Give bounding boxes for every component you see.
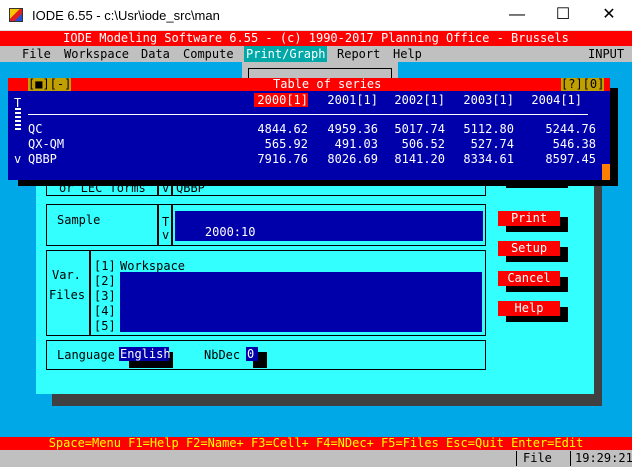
window-title: IODE 6.55 - c:\Usr\iode_src\man [32, 8, 220, 23]
sample-flag-t: T [162, 215, 170, 229]
cell[interactable]: 5017.74 [375, 122, 445, 136]
nbdec-field[interactable]: 0 [246, 347, 258, 361]
close-button[interactable]: ✕ [586, 0, 632, 31]
minimize-button[interactable]: — [494, 0, 540, 31]
status-mode: File [516, 451, 568, 466]
input-mode-indicator: INPUT [588, 47, 625, 61]
col-header-2000[interactable]: 2000[1] [254, 93, 308, 107]
cell[interactable]: 8597.45 [512, 152, 596, 166]
cell[interactable]: 8026.69 [308, 152, 378, 166]
cancel-button[interactable]: Cancel [498, 271, 560, 286]
file-slot-1: [1] [94, 259, 116, 273]
cell[interactable]: 565.92 [238, 137, 308, 151]
sample-label: Sample [57, 213, 101, 227]
file-slot-2: [2] [94, 274, 116, 288]
print-button[interactable]: Print [498, 211, 560, 226]
function-key-help-bar: Space=Menu F1=Help F2=Name+ F3=Cell+ F4=… [0, 437, 632, 450]
cell[interactable]: 506.52 [375, 137, 445, 151]
language-label: Language [57, 348, 115, 362]
menu-report[interactable]: Report [335, 46, 382, 62]
app-icon [9, 8, 23, 22]
scrollbar-track[interactable] [15, 108, 21, 130]
menu-help[interactable]: Help [391, 46, 424, 62]
table-window-controls[interactable]: [■][-] [28, 78, 72, 91]
files-label-1: Var. [52, 268, 81, 282]
menu-print-graph[interactable]: Print/Graph [244, 46, 328, 62]
header-divider [28, 114, 588, 115]
cell[interactable]: 5244.76 [512, 122, 596, 136]
sample-flag-v: v [162, 228, 170, 242]
file-1-value[interactable]: Workspace [120, 259, 185, 273]
cell[interactable]: 4844.62 [238, 122, 308, 136]
row-name[interactable]: QX-QM [28, 137, 64, 151]
file-slot-3: [3] [94, 289, 116, 303]
col-header-2004[interactable]: 2004[1] [526, 93, 582, 107]
help-button[interactable]: Help [498, 301, 560, 316]
menu-file[interactable]: File [20, 46, 53, 62]
cell[interactable]: 546.38 [512, 137, 596, 151]
setup-button[interactable]: Setup [498, 241, 560, 256]
table-of-series-window: [■][-] Table of series [?][0] 2000[1] 20… [8, 78, 610, 180]
files-label-cell: Var. Files [46, 250, 90, 336]
table-titlebar: [■][-] Table of series [?][0] [8, 78, 610, 91]
menu-compute[interactable]: Compute [181, 46, 236, 62]
cell[interactable]: 527.74 [444, 137, 514, 151]
app-banner: IODE Modeling Software 6.55 - (c) 1990-2… [0, 31, 632, 46]
cell[interactable]: 8141.20 [375, 152, 445, 166]
file-slot-5: [5] [94, 319, 116, 333]
sample-label-cell: Sample [46, 204, 158, 246]
cell[interactable]: 7916.76 [238, 152, 308, 166]
table-title: Table of series [273, 77, 382, 91]
file-slot-4: [4] [94, 304, 116, 318]
menu-bar: File Workspace Data Compute Print/Graph … [0, 46, 632, 62]
menu-data[interactable]: Data [139, 46, 172, 62]
col-header-2003[interactable]: 2003[1] [456, 93, 514, 107]
nbdec-label: NbDec [204, 348, 241, 362]
status-bar: File 19:29:21 [0, 450, 632, 467]
table-help-controls[interactable]: [?][0] [561, 78, 605, 91]
cell[interactable]: 5112.80 [444, 122, 514, 136]
cell[interactable]: 4959.36 [308, 122, 378, 136]
status-clock: 19:29:21 [570, 451, 632, 466]
submenu-frame [242, 62, 398, 78]
sample-field[interactable]: 2000:10 [175, 211, 483, 241]
row-name[interactable]: QC [28, 122, 42, 136]
sample-flag-cell: T v [158, 204, 172, 246]
files-label-2: Files [49, 288, 86, 302]
sample-cell: 2000:10 [172, 204, 486, 246]
files-cell: [1] [2] [3] [4] [5] Workspace [90, 250, 486, 336]
resize-handle[interactable] [602, 164, 610, 180]
language-field[interactable]: English [119, 347, 171, 361]
col-header-2002[interactable]: 2002[1] [389, 93, 445, 107]
maximize-button[interactable]: ☐ [540, 0, 586, 31]
sample-value: 2000:10 [204, 225, 256, 239]
cell[interactable]: 8334.61 [444, 152, 514, 166]
scroll-bottom-mark[interactable]: v [14, 152, 21, 166]
options-row: Language English NbDec 0 [46, 340, 486, 370]
col-header-2001[interactable]: 2001[1] [322, 93, 378, 107]
window-titlebar[interactable]: IODE 6.55 - c:\Usr\iode_src\man — ☐ ✕ [0, 0, 632, 31]
row-name[interactable]: QBBP [28, 152, 57, 166]
files-field[interactable] [120, 272, 482, 332]
menu-workspace[interactable]: Workspace [62, 46, 131, 62]
cell[interactable]: 491.03 [308, 137, 378, 151]
